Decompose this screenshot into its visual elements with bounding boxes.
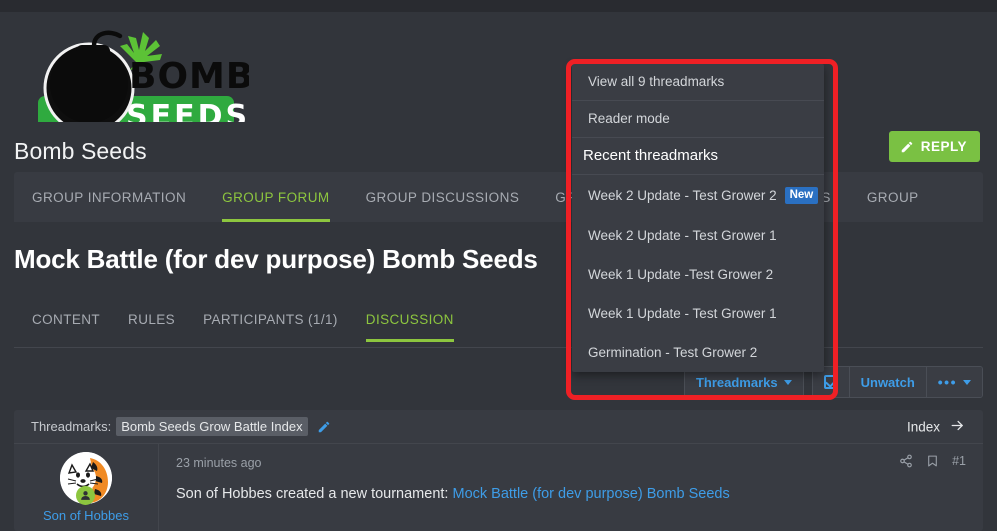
post-number[interactable]: #1 <box>952 454 966 468</box>
post-author-column: Son of Hobbes <box>14 444 159 531</box>
threadmark-title: Week 2 Update - Test Grower 2 <box>588 188 777 204</box>
chevron-down-icon <box>783 379 792 385</box>
post-author-name[interactable]: Son of Hobbes <box>43 508 129 523</box>
watch-button-group: Unwatch ••• <box>811 366 983 398</box>
threadmark-info-row: Threadmarks: Bomb Seeds Grow Battle Inde… <box>14 410 983 444</box>
checkbox-checked-icon <box>823 375 838 389</box>
menu-item-view-all-threadmarks[interactable]: View all 9 threadmarks <box>572 64 824 101</box>
avatar-wrapper[interactable] <box>60 452 112 505</box>
threadmark-title: Week 1 Update - Test Grower 1 <box>588 306 777 322</box>
menu-item-threadmark-1[interactable]: Week 2 Update - Test Grower 1 <box>572 216 824 255</box>
unwatch-button[interactable]: Unwatch <box>849 367 927 397</box>
post-body: Son of Hobbes 23 minutes ago Son of Hobb… <box>14 444 983 531</box>
arrow-right-icon <box>949 418 966 435</box>
menu-item-threadmark-0[interactable]: Week 2 Update - Test Grower 2 New <box>572 175 824 216</box>
index-link-label: Index <box>906 419 940 434</box>
top-bar <box>0 0 997 12</box>
sub-tab-label: DISCUSSION <box>365 312 454 327</box>
reply-button[interactable]: REPLY <box>888 131 980 162</box>
menu-item-label: View all 9 threadmarks <box>588 74 725 89</box>
post-container: Threadmarks: Bomb Seeds Grow Battle Inde… <box>14 410 983 531</box>
threadmarks-dropdown-menu: View all 9 threadmarks Reader mode Recen… <box>572 64 824 373</box>
chevron-down-icon <box>963 379 971 385</box>
more-options-button[interactable]: ••• <box>926 367 982 397</box>
post-text: Son of Hobbes created a new tournament: … <box>176 486 966 502</box>
tab-rules[interactable]: RULES <box>114 310 189 341</box>
bookmark-icon[interactable] <box>926 454 939 468</box>
menu-item-label: Reader mode <box>588 111 670 126</box>
post-timestamp[interactable]: 23 minutes ago <box>176 456 966 470</box>
unwatch-button-label: Unwatch <box>860 374 915 390</box>
pencil-icon[interactable] <box>317 420 331 434</box>
site-title: Bomb Seeds <box>14 138 147 164</box>
tab-group-discussions[interactable]: GROUP DISCUSSIONS <box>348 172 538 222</box>
tab-label: GROUP INFORMATION <box>32 189 187 205</box>
menu-section-header-recent-threadmarks: Recent threadmarks <box>572 138 824 175</box>
post-meta-actions: #1 <box>899 454 966 468</box>
tab-discussion[interactable]: DISCUSSION <box>352 310 468 342</box>
site-header: SEEDS BOMB Bomb Seeds REPLY <box>0 12 997 172</box>
pencil-icon <box>900 140 914 154</box>
sub-tab-label: CONTENT <box>32 312 101 327</box>
tab-group-overflow[interactable]: GROUP <box>849 172 937 222</box>
post-text-prefix: Son of Hobbes created a new tournament: <box>176 486 453 502</box>
menu-item-threadmark-2[interactable]: Week 1 Update -Test Grower 2 <box>572 255 824 294</box>
tab-group-forum[interactable]: GROUP FORUM <box>204 172 347 222</box>
tab-participants[interactable]: PARTICIPANTS (1/1) <box>189 310 352 341</box>
group-nav-tabs: GROUP INFORMATION GROUP FORUM GROUP DISC… <box>14 172 983 222</box>
menu-item-threadmark-3[interactable]: Week 1 Update - Test Grower 1 <box>572 294 824 333</box>
sub-tab-label: PARTICIPANTS (1/1) <box>203 312 338 327</box>
index-link[interactable]: Index <box>907 418 966 435</box>
threadmarks-button-label: Threadmarks <box>695 374 778 390</box>
tournament-sub-tabs: CONTENT RULES PARTICIPANTS (1/1) DISCUSS… <box>14 310 983 348</box>
threadmark-title: Week 1 Update -Test Grower 2 <box>588 267 774 283</box>
threadmark-label: Threadmarks: <box>31 419 112 434</box>
svg-text:BOMB: BOMB <box>129 56 249 97</box>
ellipsis-icon: ••• <box>937 374 957 390</box>
online-status-icon <box>76 486 95 505</box>
menu-item-reader-mode[interactable]: Reader mode <box>572 101 824 138</box>
bomb-seeds-logo[interactable]: SEEDS BOMB <box>24 26 249 122</box>
threadmark-title: Germination - Test Grower 2 <box>588 345 758 361</box>
tab-label: GROUP DISCUSSIONS <box>365 189 520 205</box>
tab-label: GROUP FORUM <box>222 189 330 205</box>
post-content-column: 23 minutes ago Son of Hobbes created a n… <box>159 444 983 531</box>
threadmark-value[interactable]: Bomb Seeds Grow Battle Index <box>116 417 308 436</box>
tab-group-information[interactable]: GROUP INFORMATION <box>14 172 204 222</box>
threadmark-title: Week 2 Update - Test Grower 1 <box>588 228 777 244</box>
page-title: Mock Battle (for dev purpose) Bomb Seeds <box>14 244 538 274</box>
sub-tab-label: RULES <box>128 312 176 327</box>
share-icon[interactable] <box>899 454 913 468</box>
reply-button-label: REPLY <box>920 139 967 154</box>
new-badge: New <box>784 187 819 205</box>
tournament-link[interactable]: Mock Battle (for dev purpose) Bomb Seeds <box>452 486 729 502</box>
tab-label: GROUP <box>866 189 919 205</box>
svg-text:SEEDS: SEEDS <box>126 99 249 122</box>
tab-content[interactable]: CONTENT <box>14 310 114 341</box>
menu-item-threadmark-4[interactable]: Germination - Test Grower 2 <box>572 333 824 372</box>
page-root: SEEDS BOMB Bomb Seeds REPLY GROUP INFORM… <box>0 0 997 531</box>
